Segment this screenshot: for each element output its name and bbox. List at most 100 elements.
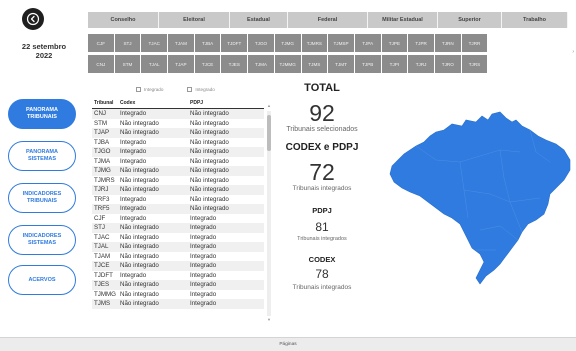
table-row[interactable]: TRF5 Integrado Não integrado [92, 204, 264, 214]
table-row[interactable]: TJMA Integrado Não integrado [92, 157, 264, 167]
nav-panorama-sistemas-button[interactable]: PANORAMA SISTEMAS [8, 141, 76, 171]
tribunal-tile[interactable]: TJAL [141, 55, 169, 73]
cell-tribunal: TJAC [94, 233, 110, 241]
cell-pdpj: Integrado [190, 281, 217, 289]
tribunal-tile[interactable]: TJGO [248, 34, 275, 52]
tribunal-tile[interactable]: TJES [221, 55, 249, 73]
table-row[interactable]: TJCE Não integrado Integrado [92, 261, 264, 271]
cell-codex: Integrado [120, 214, 147, 222]
cell-codex: Não integrado [120, 129, 159, 137]
category-superior[interactable]: Superior [438, 12, 502, 28]
nav-panorama-tribunais-button[interactable]: PANORAMA TRIBUNAIS [8, 99, 76, 129]
brazil-map-shape[interactable] [389, 111, 571, 285]
category-federal[interactable]: Federal [288, 12, 368, 28]
table-row[interactable]: CJF Integrado Integrado [92, 214, 264, 224]
nav-indicadores-sistemas-button[interactable]: INDICADORES SISTEMAS [8, 225, 76, 255]
header-pdpj[interactable]: PDPJ [190, 100, 264, 106]
checkbox-icon [187, 87, 193, 92]
date-year: 2022 [35, 51, 53, 60]
table-row[interactable]: STM Não integrado Não integrado [92, 119, 264, 129]
tribunal-tile[interactable]: TJDFT [221, 34, 249, 52]
tribunal-tile[interactable]: TJPA [354, 34, 382, 52]
table-row[interactable]: TJMMG Não integrado Integrado [92, 290, 264, 300]
tribunal-tile[interactable]: TJAP [168, 55, 195, 73]
table-scrollbar[interactable] [267, 111, 271, 316]
tribunal-filter-panel: Conselho Eleitoral Estadual Federal Mili… [88, 12, 570, 76]
table-row[interactable]: TRF3 Integrado Não integrado [92, 195, 264, 205]
cell-codex: Não integrado [120, 262, 159, 270]
tribunal-tile[interactable]: CJF [88, 34, 115, 52]
table-row[interactable]: STJ Não integrado Integrado [92, 223, 264, 233]
tribunal-tile[interactable]: TJPI [381, 55, 409, 73]
date-day-month: 22 setembro [21, 42, 67, 51]
legend-integrado[interactable]: Integrado [136, 87, 163, 92]
total-subtitle: Tribunais selecionados [286, 126, 358, 133]
tile-spacer [515, 55, 542, 73]
tribunal-tile[interactable]: TJRO [434, 55, 462, 73]
tribunal-tile[interactable]: TJMS [301, 55, 329, 73]
table-row[interactable]: TJDFT Integrado Integrado [92, 271, 264, 281]
legend-nao-integrado[interactable]: Integrado [187, 87, 215, 92]
table-row[interactable]: TJMRS Não integrado Não integrado [92, 176, 264, 186]
cell-tribunal: TRF3 [94, 195, 110, 203]
tribunal-tile[interactable]: TJRN [434, 34, 462, 52]
tribunal-tile[interactable]: TJRR [461, 34, 489, 52]
table-row[interactable]: TJES Não integrado Integrado [92, 280, 264, 290]
table-row[interactable]: TJMS Não integrado Integrado [92, 299, 264, 309]
table-row[interactable]: TJMG Não integrado Não integrado [92, 166, 264, 176]
tribunal-tile[interactable]: TJPE [381, 34, 409, 52]
scroll-up-icon[interactable]: ▲ [267, 103, 271, 108]
table-row[interactable]: TJAM Não integrado Integrado [92, 252, 264, 262]
stats-panel: TOTAL 92 Tribunais selecionados CODEX e … [273, 82, 371, 291]
cell-tribunal: CJF [94, 214, 106, 222]
tribunal-tile[interactable]: STM [114, 55, 142, 73]
tile-spacer [515, 34, 542, 52]
tribunal-tile[interactable]: TJRJ [408, 55, 435, 73]
table-row[interactable]: TJAC Não integrado Integrado [92, 233, 264, 243]
back-button[interactable] [22, 8, 44, 30]
cell-pdpj: Não integrado [190, 148, 229, 156]
category-militar-estadual[interactable]: Militar Estadual [368, 12, 438, 28]
cell-codex: Não integrado [120, 233, 159, 241]
cell-codex: Integrado [120, 148, 147, 156]
tribunal-tile[interactable]: TJPB [354, 55, 382, 73]
pages-tab[interactable]: Páginas [279, 342, 296, 347]
tribunal-tile[interactable]: TJBA [194, 34, 222, 52]
tribunal-tile[interactable]: TJRS [461, 55, 489, 73]
header-tribunal[interactable]: Tribunal [92, 100, 120, 106]
table-row[interactable]: TJBA Integrado Não integrado [92, 138, 264, 148]
category-conselho[interactable]: Conselho [88, 12, 159, 28]
tribunal-tile[interactable]: TJPR [408, 34, 435, 52]
table-row[interactable]: TJGO Integrado Não integrado [92, 147, 264, 157]
tribunal-tile[interactable]: STJ [114, 34, 142, 52]
cell-tribunal: TJBA [94, 138, 110, 146]
cell-pdpj: Não integrado [190, 129, 229, 137]
tribunal-tile[interactable]: CNJ [88, 55, 115, 73]
category-trabalho[interactable]: Trabalho [502, 12, 568, 28]
scroll-right-icon[interactable]: › [572, 49, 574, 55]
tribunal-tile[interactable]: TJMRS [301, 34, 329, 52]
tribunal-tile[interactable]: TJAM [168, 34, 195, 52]
tribunal-tile[interactable]: TJMA [248, 55, 275, 73]
tribunal-tile[interactable]: TJMSP [328, 34, 355, 52]
tribunal-tile[interactable]: TJMT [328, 55, 355, 73]
tribunal-table: Tribunal Codex PDPJ CNJ Integrado Não inte… [92, 98, 264, 309]
nav-acervos-button[interactable]: ACERVOS [8, 265, 76, 295]
tile-spacer [542, 55, 569, 73]
scrollbar-thumb[interactable] [267, 115, 271, 151]
category-estadual[interactable]: Estadual [230, 12, 288, 28]
table-row[interactable]: TJAP Não integrado Não integrado [92, 128, 264, 138]
table-row[interactable]: TJRJ Não integrado Não integrado [92, 185, 264, 195]
header-codex[interactable]: Codex [120, 100, 190, 106]
nav-indicadores-tribunais-button[interactable]: INDICADORES TRIBUNAIS [8, 183, 76, 213]
tribunal-tile[interactable]: TJAC [141, 34, 169, 52]
brazil-map[interactable] [380, 90, 576, 290]
tribunal-tile[interactable]: TJMMG [274, 55, 302, 73]
left-panel: 22 setembro 2022 PANORAMA TRIBUNAIS PANO… [0, 0, 86, 340]
table-row[interactable]: TJAL Não integrado Integrado [92, 242, 264, 252]
scroll-down-icon[interactable]: ▼ [267, 317, 271, 322]
table-row[interactable]: CNJ Integrado Não integrado [92, 109, 264, 119]
tribunal-tile[interactable]: TJMG [274, 34, 302, 52]
category-eleitoral[interactable]: Eleitoral [159, 12, 230, 28]
tribunal-tile[interactable]: TJCE [194, 55, 222, 73]
